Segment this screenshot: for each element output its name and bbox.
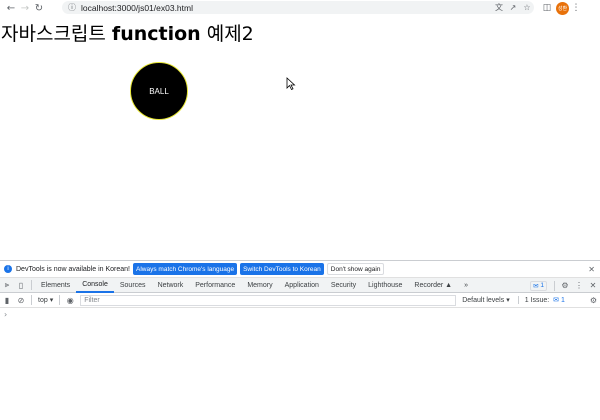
sidebar-toggle-icon[interactable]: ▮ — [0, 296, 14, 305]
issues-message-icon: ✉ — [553, 297, 560, 304]
chevron-down-icon: ▾ — [49, 297, 54, 304]
prompt-chevron-icon: › — [4, 309, 8, 319]
divider — [554, 280, 555, 291]
console-filterbar: ▮ ⊘ top ▾ ◉ Filter Default levels ▾ 1 Is… — [0, 293, 600, 308]
browser-toolbar: ← → ↻ ⓘ localhost:3000/js01/ex03.html 文 … — [0, 0, 600, 16]
more-tabs-button[interactable]: » — [458, 278, 474, 293]
infobar-message: DevTools is now available in Korean! — [16, 265, 131, 273]
info-icon: i — [4, 265, 12, 273]
tab-application[interactable]: Application — [279, 278, 325, 293]
devtools-infobar: i DevTools is now available in Korean! A… — [0, 261, 600, 278]
reload-icon[interactable]: ↻ — [32, 1, 46, 15]
gear-icon[interactable]: ⚙ — [558, 281, 572, 290]
issues-counter[interactable]: 1 Issue: ✉ 1 — [517, 296, 565, 304]
close-icon[interactable]: ✕ — [588, 265, 595, 274]
context-select[interactable]: top ▾ — [35, 296, 56, 305]
tab-performance[interactable]: Performance — [189, 278, 241, 293]
tab-elements[interactable]: Elements — [35, 278, 76, 293]
console-settings-icon[interactable]: ⚙ — [590, 296, 597, 305]
message-icon: ✉ — [533, 282, 539, 290]
tab-network[interactable]: Network — [152, 278, 190, 293]
flask-icon: ▲ — [445, 281, 453, 289]
tab-recorder-label: Recorder — [414, 281, 444, 289]
devtools-panel: i DevTools is now available in Korean! A… — [0, 260, 600, 420]
divider — [31, 295, 32, 305]
console-prompt[interactable]: › — [0, 308, 600, 320]
filter-input[interactable]: Filter — [80, 294, 457, 306]
log-levels-select[interactable]: Default levels ▾ — [462, 296, 510, 305]
devtools-tabbar: ⫸ ▯ Elements Console Sources Network Per… — [0, 278, 600, 293]
messages-badge[interactable]: ✉ 1 — [530, 280, 547, 291]
menu-icon[interactable]: ⋮ — [569, 3, 583, 13]
always-match-language-button[interactable]: Always match Chrome's language — [133, 263, 238, 275]
ball[interactable]: BALL — [130, 62, 188, 120]
tab-console[interactable]: Console — [76, 278, 114, 293]
clear-console-icon[interactable]: ⊘ — [14, 296, 28, 305]
mouse-cursor-icon — [286, 77, 296, 91]
back-icon[interactable]: ← — [4, 1, 18, 15]
tab-memory[interactable]: Memory — [241, 278, 278, 293]
url-text[interactable]: localhost:3000/js01/ex03.html — [81, 3, 193, 13]
divider — [59, 295, 61, 305]
address-bar[interactable]: ⓘ localhost:3000/js01/ex03.html 文 ↗ ☆ — [62, 1, 534, 14]
translate-icon[interactable]: 文 — [492, 2, 506, 13]
eye-icon[interactable]: ◉ — [63, 296, 77, 305]
kebab-menu-icon[interactable]: ⋮ — [572, 281, 586, 290]
tab-sources[interactable]: Sources — [114, 278, 152, 293]
forward-icon[interactable]: → — [18, 1, 32, 15]
context-label: top — [38, 296, 48, 304]
issues-count: 1 — [561, 296, 565, 304]
levels-label: Default levels — [462, 296, 505, 304]
avatar[interactable]: 성환 — [556, 1, 569, 15]
message-count: 1 — [540, 282, 544, 289]
device-toolbar-icon[interactable]: ▯ — [14, 281, 28, 290]
page-viewport: 자바스크립트 function 예제2 BALL — [0, 16, 600, 260]
close-devtools-icon[interactable]: ✕ — [586, 281, 600, 290]
tab-recorder[interactable]: Recorder ▲ — [408, 278, 458, 293]
dont-show-again-button[interactable]: Don't show again — [326, 263, 385, 275]
ball-label: BALL — [149, 86, 169, 96]
info-icon[interactable]: ⓘ — [68, 2, 76, 13]
switch-to-korean-button[interactable]: Switch DevTools to Korean — [240, 263, 324, 275]
tab-lighthouse[interactable]: Lighthouse — [362, 278, 408, 293]
chevron-down-icon: ▾ — [506, 297, 510, 304]
star-icon[interactable]: ☆ — [520, 3, 534, 12]
inspect-element-icon[interactable]: ⫸ — [0, 280, 14, 290]
issues-label: 1 Issue: — [524, 296, 550, 304]
tab-security[interactable]: Security — [325, 278, 362, 293]
divider — [31, 280, 32, 290]
page-title: 자바스크립트 function 예제2 — [1, 23, 254, 45]
share-icon[interactable]: ↗ — [506, 3, 520, 12]
sidepanel-icon[interactable]: ◫ — [540, 3, 554, 13]
